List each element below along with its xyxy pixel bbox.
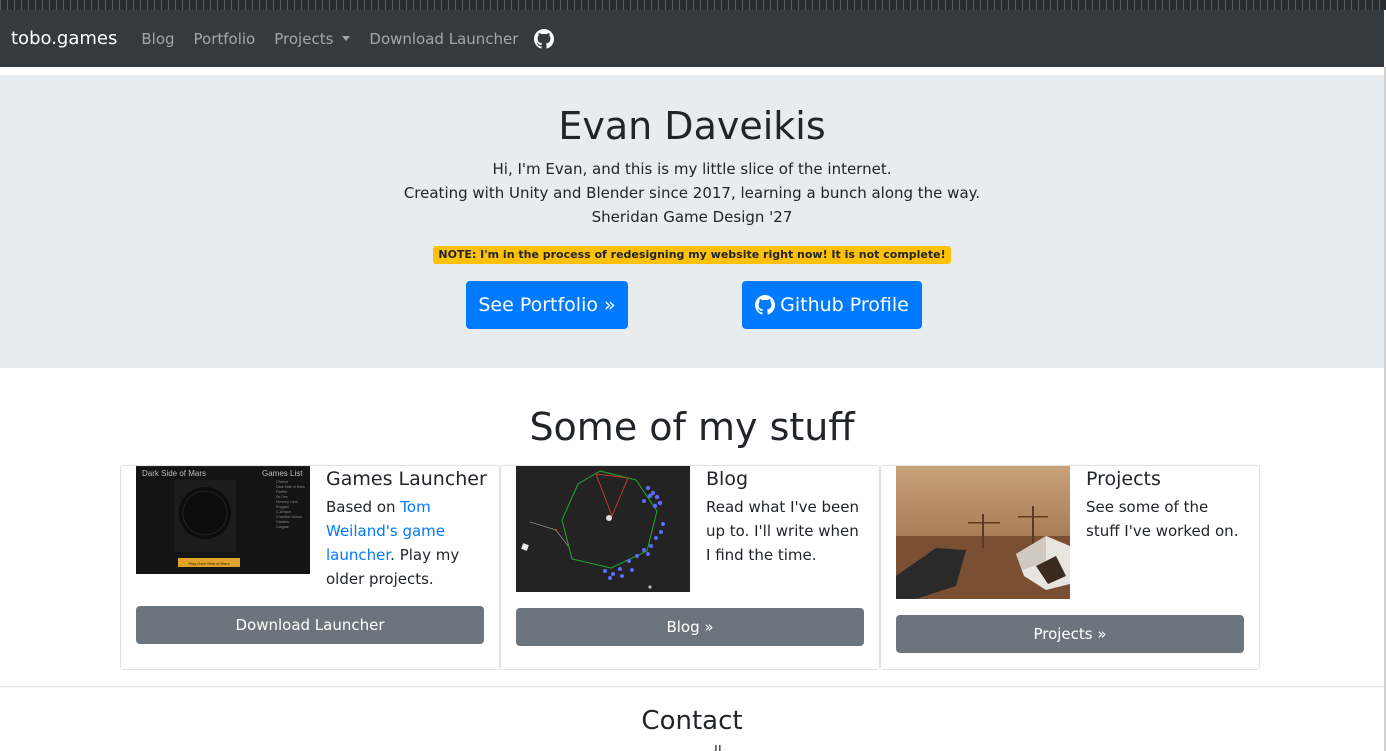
nav-projects-dropdown[interactable]: Projects (274, 29, 351, 48)
github-profile-label: Github Profile (780, 294, 909, 316)
thumb-list-item: Cargate (276, 525, 289, 529)
thumb-games-list-title: Games List (262, 469, 303, 478)
hero-line: Sheridan Game Design '27 (591, 208, 793, 226)
games-launcher-thumbnail: Play Dark Side of Mars Dark Side of Mars… (136, 466, 310, 574)
hero-jumbotron: Evan Daveikis Hi, I'm Evan, and this is … (0, 75, 1384, 368)
card-title: Blog (706, 468, 748, 490)
thumb-list-item: C'tenne (276, 480, 288, 484)
card-text: Read what I've been up to. I'll write wh… (706, 498, 859, 564)
projects-thumbnail (896, 466, 1070, 599)
thumb-list-item: Gasless (276, 520, 289, 524)
thumb-list-item: Memory Lane (276, 500, 298, 504)
redesign-note-badge: NOTE: I'm in the process of redesigning … (433, 246, 951, 264)
section-divider (0, 686, 1384, 687)
card-title: Projects (1086, 468, 1161, 490)
blog-thumbnail (516, 466, 690, 592)
card-text-part: Based on (326, 498, 401, 516)
nav-portfolio[interactable]: Portfolio (194, 30, 256, 48)
github-icon (755, 295, 776, 315)
hero-line: Hi, I'm Evan, and this is my little slic… (492, 160, 892, 178)
chevron-down-icon (342, 36, 351, 41)
thumb-list-item: Chamber Sense (276, 515, 302, 519)
card-blog: Blog Read what I've been up to. I'll wri… (500, 465, 880, 670)
card-text: See some of the stuff I've worked on. (1086, 498, 1239, 540)
hero-title: Evan Daveikis (558, 104, 826, 148)
thumb-list-item: Firefire (276, 490, 287, 494)
navbar: tobo.games Blog Portfolio Projects Downl… (0, 10, 1384, 67)
card-title: Games Launcher (326, 468, 487, 490)
section-title: Some of my stuff (529, 405, 855, 449)
blog-button[interactable]: Blog » (516, 608, 864, 646)
card-games-launcher: Play Dark Side of Mars Dark Side of Mars… (120, 465, 500, 670)
contact-partial-text: ll (714, 744, 734, 751)
window-top-strip (0, 0, 1386, 10)
thumb-list-item: Sir Dev (276, 495, 288, 499)
thumb-play-button-text: Play Dark Side of Mars (189, 561, 230, 566)
hero-line: Creating with Unity and Blender since 20… (403, 184, 981, 202)
card-projects: Projects See some of the stuff I've work… (880, 465, 1260, 670)
contact-title: Contact (641, 706, 743, 736)
see-portfolio-button[interactable]: See Portfolio » (466, 281, 628, 329)
nav-download-launcher[interactable]: Download Launcher (369, 30, 518, 48)
thumb-list-item: C-Unique (276, 510, 291, 514)
projects-button[interactable]: Projects » (896, 615, 1244, 653)
github-icon[interactable] (534, 28, 555, 49)
github-profile-button[interactable]: Github Profile (742, 281, 922, 329)
brand-link[interactable]: tobo.games (11, 28, 117, 49)
download-launcher-button[interactable]: Download Launcher (136, 606, 484, 644)
thumb-list-item: Rogged (276, 505, 289, 509)
nav-blog[interactable]: Blog (141, 30, 174, 48)
thumb-list-item: Dark Side of Mars (276, 485, 305, 489)
card-text: Based on Tom Weiland's game launcher. Pl… (326, 495, 481, 591)
nav-projects-label: Projects (274, 29, 334, 48)
thumb-game-title: Dark Side of Mars (142, 469, 206, 478)
